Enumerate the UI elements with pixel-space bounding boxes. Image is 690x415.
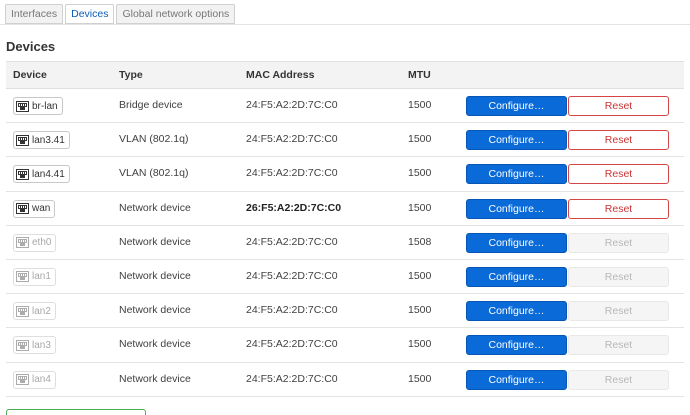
mtu-value: 1500 [408,304,432,317]
mtu-value: 1500 [408,99,432,111]
device-type: Network device [119,235,191,248]
reset-button[interactable]: Reset [568,164,669,185]
ethernet-port-icon [16,134,29,146]
device-badge: lan4 [13,370,56,389]
table-row: lan2 Network device 24:F5:A2:2D:7C:C0 1500 C… [6,294,684,329]
mtu-value: 1500 [408,167,432,180]
ethernet-port-icon [16,237,29,249]
device-badge: lan2 [13,302,56,321]
mac-address: 24:F5:A2:2D:7C:C0 [246,269,338,282]
device-badge: eth0 [13,233,57,252]
table-row: lan3.41 VLAN (802.1q) 24:F5:A2:2D:7C:C0 150… [6,123,684,158]
table-row: eth0 Network device 24:F5:A2:2D:7C:C0 1508 C… [6,226,684,260]
device-name: eth0 [32,237,52,249]
device-name: wan [32,203,51,215]
tab-devices[interactable]: Devices [65,4,115,24]
mtu-value: 1500 [408,372,432,385]
ethernet-port-icon [16,374,29,385]
device-badge: lan3.41 [13,131,70,150]
device-type: Network device [119,372,191,385]
mac-address: 26:F5:A2:2D:7C:C0 [246,201,342,214]
mtu-value: 1500 [408,201,432,214]
device-badge: lan3 [13,336,56,355]
mac-address: 24:F5:A2:2D:7C:C0 [246,99,338,111]
configure-button[interactable]: Configure… [466,198,567,219]
header-mac: MAC Address [246,69,315,81]
table-row: lan4 Network device 24:F5:A2:2D:7C:C0 1500 C… [6,363,684,397]
devices-table: Device Type MAC Address MTU br-lan Bridge… [6,61,684,397]
header-mtu: MTU [408,69,431,81]
mac-address: 24:F5:A2:2D:7C:C0 [246,235,338,248]
configure-button[interactable]: Configure… [466,301,567,322]
configure-button[interactable]: Configure… [466,266,567,287]
tab-bar: Interfaces Devices Global network option… [5,4,237,24]
device-type: VLAN (802.1q) [119,167,189,180]
device-type: Network device [119,201,191,214]
reset-button[interactable]: Reset [568,130,669,151]
device-badge: br-lan [13,97,63,115]
tab-divider [0,24,690,25]
table-row: lan1 Network device 24:F5:A2:2D:7C:C0 1500 C… [6,260,684,295]
ethernet-port-icon [16,100,29,112]
ethernet-port-icon [16,203,29,215]
reset-button: Reset [568,301,669,322]
device-badge: lan4.41 [13,165,70,184]
reset-button[interactable]: Reset [568,198,669,219]
mtu-value: 1500 [408,269,432,282]
header-type: Type [119,69,143,81]
mtu-value: 1508 [408,235,432,248]
reset-button[interactable]: Reset [568,96,669,116]
table-row: wan Network device 26:F5:A2:2D:7C:C0 1500 Co… [6,192,684,226]
table-row: lan4.41 VLAN (802.1q) 24:F5:A2:2D:7C:C0 150… [6,157,684,192]
page-title: Devices [6,39,56,54]
device-type: Network device [119,269,191,282]
device-type: Network device [119,304,191,317]
reset-button: Reset [568,335,669,356]
mtu-value: 1500 [408,133,432,146]
device-name: lan3.41 [32,134,65,146]
mac-address: 24:F5:A2:2D:7C:C0 [246,133,338,146]
configure-button[interactable]: Configure… [466,164,567,185]
configure-button[interactable]: Configure… [466,232,567,253]
table-row: br-lan Bridge device 24:F5:A2:2D:7C:C0 1500… [6,89,684,124]
ethernet-port-icon [16,271,29,283]
reset-button: Reset [568,369,669,390]
mac-address: 24:F5:A2:2D:7C:C0 [246,304,338,317]
device-type: Network device [119,338,191,351]
device-name: lan3 [32,339,51,351]
mtu-value: 1500 [408,338,432,351]
ethernet-port-icon [16,339,29,351]
device-name: br-lan [32,100,58,112]
mac-address: 24:F5:A2:2D:7C:C0 [246,372,338,385]
ethernet-port-icon [16,168,29,180]
reset-button: Reset [568,232,669,253]
device-type: VLAN (802.1q) [119,133,189,146]
device-badge: wan [13,199,56,218]
table-body: br-lan Bridge device 24:F5:A2:2D:7C:C0 1500… [6,89,684,397]
configure-button[interactable]: Configure… [466,335,567,356]
device-name: lan1 [32,271,51,283]
ethernet-port-icon [16,305,29,317]
configure-button[interactable]: Configure… [466,96,567,116]
device-name: lan4.41 [32,168,65,180]
table-header: Device Type MAC Address MTU [6,61,684,89]
reset-button: Reset [568,266,669,287]
tab-interfaces[interactable]: Interfaces [5,4,64,24]
device-name: lan4 [32,374,51,385]
add-device-button[interactable] [6,409,146,415]
table-row: lan3 Network device 24:F5:A2:2D:7C:C0 1500 C… [6,328,684,363]
tab-global-network-options[interactable]: Global network options [116,4,236,24]
configure-button[interactable]: Configure… [466,369,567,390]
header-device: Device [13,69,47,81]
device-type: Bridge device [119,99,183,111]
configure-button[interactable]: Configure… [466,130,567,151]
device-badge: lan1 [13,267,56,286]
mac-address: 24:F5:A2:2D:7C:C0 [246,167,338,180]
mac-address: 24:F5:A2:2D:7C:C0 [246,338,338,351]
device-name: lan2 [32,305,51,317]
